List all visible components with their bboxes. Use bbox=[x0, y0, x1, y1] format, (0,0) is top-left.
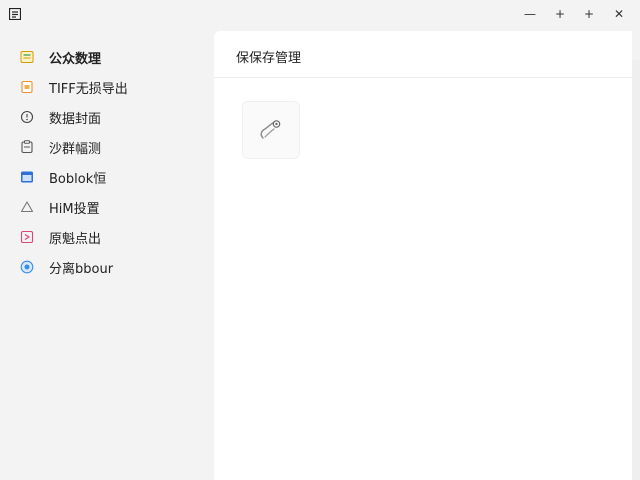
sidebar-item-2[interactable]: 数据封面 bbox=[6, 103, 198, 131]
attachment-tile[interactable] bbox=[242, 101, 300, 159]
globe-blue-icon bbox=[20, 260, 34, 274]
sidebar-item-4[interactable]: Boblok恒 bbox=[6, 163, 198, 191]
sidebar-item-label: 沙群幅测 bbox=[49, 141, 102, 157]
triangle-icon bbox=[20, 201, 34, 213]
sidebar-item-label: 原魁点出 bbox=[49, 231, 102, 247]
app-window: — + + ✕ 公众数理 TIFF无损导出 数据封面 沙群幅测 Boblok恒 … bbox=[0, 0, 640, 480]
maximize-icon: + bbox=[554, 7, 566, 21]
sidebar-item-label: 分离bbour bbox=[49, 261, 114, 277]
sidebar-item-0[interactable]: 公众数理 bbox=[6, 43, 198, 71]
main-panel: 保保存管理 bbox=[214, 31, 632, 480]
sidebar-item-label: 公众数理 bbox=[49, 51, 102, 67]
paperclip-icon bbox=[260, 120, 281, 139]
restore-button[interactable]: + bbox=[574, 0, 604, 28]
minimize-icon: — bbox=[524, 7, 536, 21]
title-bar: — + + ✕ bbox=[0, 0, 640, 30]
minimize-button[interactable]: — bbox=[515, 0, 545, 28]
sidebar-item-label: TIFF无损导出 bbox=[49, 81, 128, 97]
maximize-button[interactable]: + bbox=[545, 0, 575, 28]
clipboard-icon bbox=[21, 140, 33, 154]
sidebar-item-1[interactable]: TIFF无损导出 bbox=[6, 73, 198, 101]
sidebar-item-label: Boblok恒 bbox=[49, 171, 107, 187]
close-button[interactable]: ✕ bbox=[604, 0, 634, 28]
sidebar-item-5[interactable]: HiM投置 bbox=[6, 193, 198, 221]
circle-clock-icon bbox=[20, 110, 34, 124]
notebook-icon bbox=[20, 51, 34, 63]
sidebar-item-7[interactable]: 分离bbour bbox=[6, 253, 198, 281]
sidebar-item-3[interactable]: 沙群幅测 bbox=[6, 133, 198, 161]
close-icon: ✕ bbox=[613, 7, 625, 21]
sidebar-item-6[interactable]: 原魁点出 bbox=[6, 223, 198, 251]
scrollbar[interactable] bbox=[632, 60, 640, 480]
restore-icon: + bbox=[583, 7, 595, 21]
app-menu-icon[interactable] bbox=[9, 8, 21, 20]
main-header: 保保存管理 bbox=[214, 31, 632, 78]
sidebar: 公众数理 TIFF无损导出 数据封面 沙群幅测 Boblok恒 HiM投置 原魁… bbox=[0, 30, 205, 480]
sidebar-item-label: 数据封面 bbox=[49, 111, 102, 127]
page-title: 保保存管理 bbox=[236, 51, 302, 66]
sidebar-item-label: HiM投置 bbox=[49, 201, 100, 217]
file-orange-icon bbox=[21, 80, 33, 94]
window-blue-icon bbox=[21, 171, 33, 183]
export-pink-icon bbox=[20, 230, 34, 244]
